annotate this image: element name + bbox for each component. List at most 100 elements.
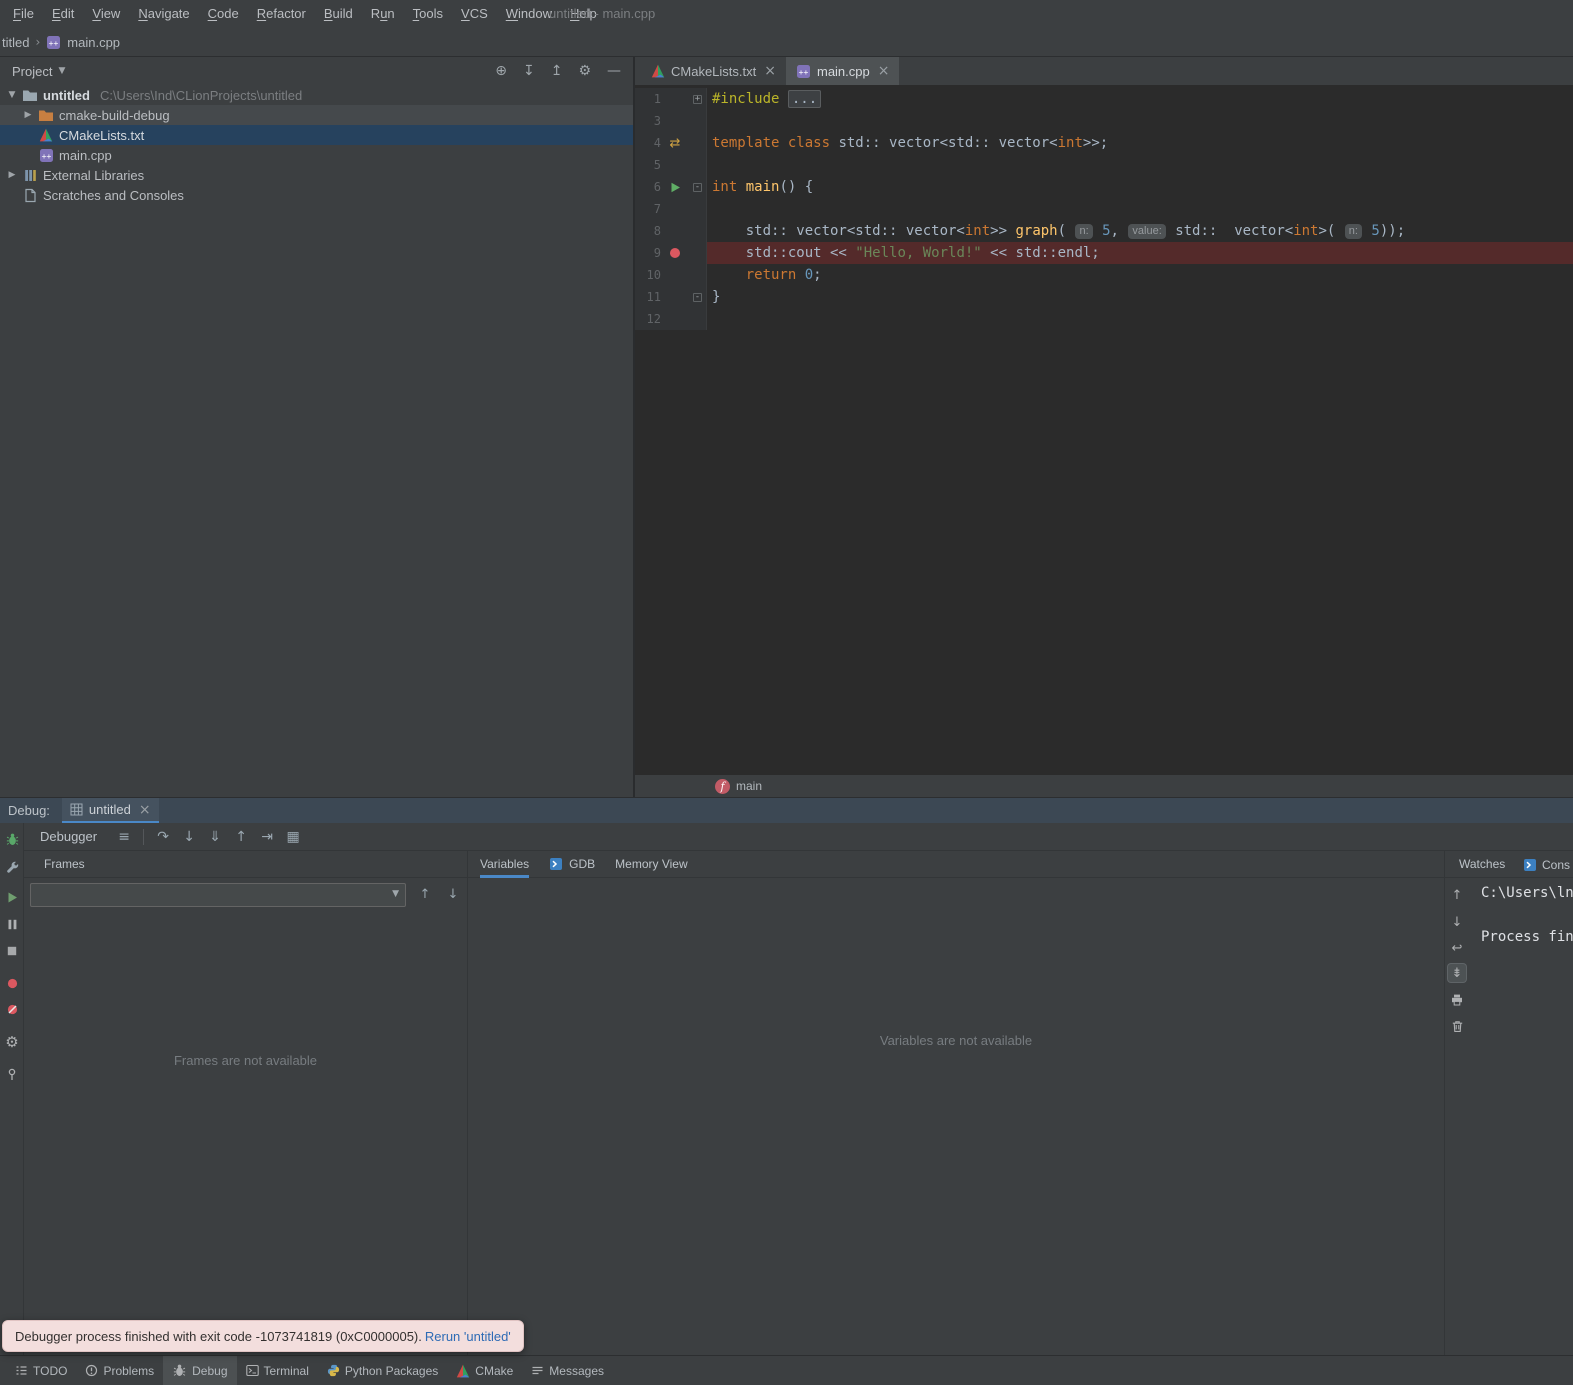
- step-out-icon[interactable]: ↑: [228, 829, 254, 845]
- statusbar-messages[interactable]: Messages: [522, 1356, 613, 1385]
- fold-marker[interactable]: -: [689, 292, 705, 302]
- code-line-content[interactable]: int main() {: [707, 176, 1573, 198]
- resume-icon[interactable]: [2, 887, 22, 907]
- locate-icon[interactable]: ⊕: [495, 64, 507, 78]
- scroll-down-icon[interactable]: ↓: [1448, 913, 1466, 931]
- expand-all-icon[interactable]: ↧: [523, 64, 535, 78]
- code-line-content[interactable]: [707, 154, 1573, 176]
- chevron-right-icon[interactable]: ▶: [20, 110, 36, 120]
- scroll-to-end-icon[interactable]: ⇟: [1448, 964, 1466, 982]
- code-line-content[interactable]: template class std:: vector<std:: vector…: [707, 132, 1573, 154]
- tree-item-cmakelists-txt[interactable]: CMakeLists.txt: [0, 125, 633, 145]
- code-line: 10 return 0;: [635, 264, 1573, 286]
- editor-tab-cmakelists-txt[interactable]: CMakeLists.txt ×: [641, 57, 786, 85]
- force-step-into-icon[interactable]: ⇓: [202, 829, 228, 845]
- debug-step-buttons: ≡ ↷ ↓ ⇓ ↑ ⇥ ▦: [111, 828, 306, 845]
- fold-marker[interactable]: -: [689, 182, 705, 192]
- chevron-right-icon[interactable]: ▶: [4, 170, 20, 180]
- rerun-debug-icon[interactable]: [2, 829, 22, 849]
- evaluate-expression-icon[interactable]: ▦: [280, 829, 306, 845]
- statusbar-problems[interactable]: Problems: [76, 1356, 163, 1385]
- project-panel-title[interactable]: Project: [12, 64, 52, 79]
- chevron-down-icon[interactable]: ▼: [58, 66, 65, 76]
- tab-variables[interactable]: Variables: [480, 851, 529, 878]
- print-icon[interactable]: [1448, 991, 1466, 1009]
- tree-item-untitled[interactable]: ▼ untitled C:\Users\Ind\CLionProjects\unti…: [0, 85, 633, 105]
- tab-console[interactable]: Cons: [1523, 851, 1570, 878]
- fold-icon[interactable]: -: [693, 292, 702, 302]
- editor-breadcrumb-function[interactable]: main: [736, 779, 762, 793]
- run-icon[interactable]: [661, 182, 689, 193]
- related-icon[interactable]: ⇄: [661, 136, 689, 151]
- code-line-content[interactable]: }: [707, 286, 1573, 308]
- pause-icon[interactable]: [2, 914, 22, 934]
- clear-all-icon[interactable]: [1448, 1017, 1466, 1035]
- tab-watches[interactable]: Watches: [1459, 857, 1505, 871]
- cmake-icon: [456, 1364, 470, 1378]
- code-line-content[interactable]: std::cout << "Hello, World!" << std::end…: [707, 242, 1573, 264]
- settings-icon[interactable]: ⚙: [578, 64, 591, 78]
- code-line-content[interactable]: [707, 308, 1573, 330]
- menu-view[interactable]: View: [83, 0, 129, 28]
- menu-tools[interactable]: Tools: [404, 0, 452, 28]
- tree-item-cmake-build-debug[interactable]: ▶ cmake-build-debug: [0, 105, 633, 125]
- breadcrumb-file[interactable]: main.cpp: [67, 35, 120, 50]
- tab-memory-view[interactable]: Memory View: [615, 851, 687, 878]
- menu-navigate[interactable]: Navigate: [129, 0, 198, 28]
- code-line-content[interactable]: #include ...: [707, 88, 1573, 110]
- menu-build[interactable]: Build: [315, 0, 362, 28]
- restore-layout-icon[interactable]: ≡: [111, 829, 137, 845]
- menu-code[interactable]: Code: [199, 0, 248, 28]
- editor-tab-main-cpp[interactable]: ++ main.cpp ×: [785, 57, 900, 85]
- statusbar-python-packages[interactable]: Python Packages: [318, 1356, 447, 1385]
- code-line-content[interactable]: [707, 198, 1573, 220]
- fold-icon[interactable]: +: [693, 94, 702, 104]
- previous-frame-button[interactable]: ↑: [415, 885, 435, 905]
- menu-file[interactable]: File: [4, 0, 43, 28]
- soft-wrap-icon[interactable]: ↩: [1448, 939, 1466, 957]
- tree-item-external-libraries[interactable]: ▶ External Libraries: [0, 165, 633, 185]
- scroll-up-icon[interactable]: ↑: [1448, 886, 1466, 904]
- cmake-icon: [651, 64, 665, 78]
- pin-tab-icon[interactable]: [2, 1064, 22, 1084]
- view-breakpoints-icon[interactable]: [2, 973, 22, 993]
- hide-icon[interactable]: —: [607, 64, 621, 78]
- mute-breakpoints-icon[interactable]: [2, 999, 22, 1019]
- tree-item-main-cpp[interactable]: ++ main.cpp: [0, 145, 633, 165]
- step-into-icon[interactable]: ↓: [176, 829, 202, 845]
- statusbar-debug[interactable]: Debug: [163, 1356, 237, 1385]
- code-editor[interactable]: 1 + #include ... 3 4 ⇄ template class std:: ve…: [635, 85, 1573, 775]
- rerun-link[interactable]: Rerun 'untitled': [425, 1329, 511, 1344]
- code-line-content[interactable]: return 0;: [707, 264, 1573, 286]
- statusbar-cmake[interactable]: CMake: [447, 1356, 522, 1385]
- close-icon[interactable]: ×: [764, 63, 776, 79]
- menu-edit[interactable]: Edit: [43, 0, 83, 28]
- tree-item-scratches-and-consoles[interactable]: Scratches and Consoles: [0, 185, 633, 205]
- step-over-icon[interactable]: ↷: [150, 829, 176, 845]
- fold-marker[interactable]: +: [689, 94, 705, 104]
- breakpoint-icon[interactable]: [661, 247, 689, 259]
- breadcrumb-project[interactable]: titled: [2, 35, 29, 50]
- menu-run[interactable]: Run: [362, 0, 404, 28]
- menu-refactor[interactable]: Refactor: [248, 0, 315, 28]
- code-line-content[interactable]: std:: vector<std:: vector<int>> graph( n…: [707, 220, 1573, 242]
- console-tab-label: Cons: [1542, 857, 1571, 872]
- statusbar-terminal[interactable]: Terminal: [237, 1356, 318, 1385]
- debug-session-tab[interactable]: untitled ×: [61, 798, 159, 823]
- fold-icon[interactable]: -: [693, 182, 702, 192]
- next-frame-button[interactable]: ↓: [443, 885, 463, 905]
- chevron-down-icon[interactable]: ▼: [4, 90, 20, 100]
- close-icon[interactable]: ×: [878, 63, 890, 79]
- stop-icon[interactable]: [2, 941, 22, 961]
- menu-vcs[interactable]: VCS: [452, 0, 497, 28]
- code-token: >(: [1318, 222, 1344, 239]
- code-line-content[interactable]: [707, 110, 1573, 132]
- statusbar-todo[interactable]: TODO: [6, 1356, 76, 1385]
- modify-run-configuration-icon[interactable]: [2, 857, 22, 877]
- close-icon[interactable]: ×: [139, 802, 151, 818]
- debugger-settings-icon[interactable]: ⚙: [2, 1032, 22, 1052]
- collapse-all-icon[interactable]: ↥: [551, 64, 563, 78]
- run-to-cursor-icon[interactable]: ⇥: [254, 829, 280, 845]
- tab-gdb[interactable]: GDB: [549, 851, 595, 878]
- thread-selector-dropdown[interactable]: ▼: [30, 883, 406, 907]
